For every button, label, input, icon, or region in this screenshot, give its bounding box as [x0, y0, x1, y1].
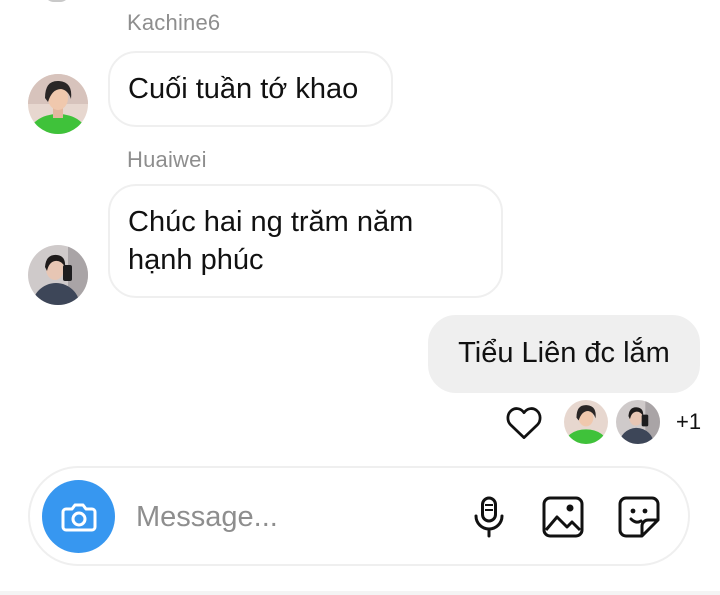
- reactions-more-count[interactable]: +1: [676, 409, 701, 435]
- message-composer: [28, 466, 690, 566]
- avatar[interactable]: [28, 245, 88, 305]
- camera-button[interactable]: [42, 480, 115, 553]
- gallery-icon: [542, 496, 584, 538]
- heart-outline-icon[interactable]: [502, 400, 546, 444]
- mirror-selfie-avatar-image: [28, 245, 88, 305]
- message-input[interactable]: [136, 496, 436, 538]
- message-bubble[interactable]: Cuối tuần tớ khao: [108, 51, 393, 127]
- microphone-icon: [474, 496, 504, 538]
- reactor-avatar[interactable]: [564, 400, 608, 444]
- message-bubble[interactable]: Chúc hai ng trăm năm hạnh phúc: [108, 184, 503, 298]
- sender-name: Kachine6: [127, 10, 221, 35]
- green-shirt-avatar-image: [28, 74, 88, 134]
- sticker-icon: [618, 496, 660, 538]
- green-shirt-avatar-image: [564, 400, 608, 444]
- bottom-divider: [0, 591, 720, 595]
- gallery-button[interactable]: [540, 494, 586, 540]
- sender-name: Huaiwei: [127, 147, 207, 172]
- sticker-button[interactable]: [616, 494, 662, 540]
- reactor-avatar[interactable]: [616, 400, 660, 444]
- avatar[interactable]: [28, 74, 88, 134]
- reactions-row[interactable]: +1: [502, 398, 701, 446]
- previous-avatar-fragment: [44, 0, 70, 2]
- microphone-button[interactable]: [466, 494, 512, 540]
- camera-icon: [61, 503, 96, 531]
- mirror-selfie-avatar-image: [616, 400, 660, 444]
- message-bubble-outgoing[interactable]: Tiểu Liên đc lắm: [428, 315, 700, 393]
